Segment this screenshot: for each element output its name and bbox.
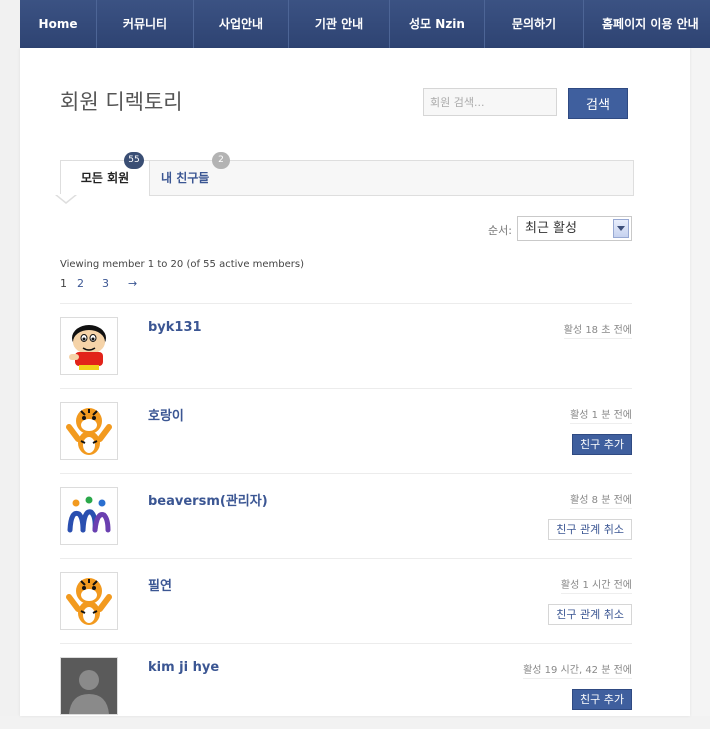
order-select[interactable]: 최근 활성 — [517, 216, 632, 241]
cartoon-boy-avatar-icon[interactable] — [60, 317, 118, 375]
nav-home[interactable]: Home — [20, 0, 96, 48]
order-label: 순서: — [488, 224, 512, 237]
nav-community[interactable]: 커뮤니티 — [97, 0, 193, 48]
member-count-text: Viewing member 1 to 20 (of 55 active mem… — [60, 259, 305, 270]
nav-organization[interactable]: 기관 안내 — [289, 0, 389, 48]
tiger-avatar-icon[interactable] — [60, 402, 118, 460]
friends-count-badge: 2 — [212, 152, 230, 169]
order-selected-value: 최근 활성 — [525, 221, 577, 236]
page-title: 회원 디렉토리 — [60, 90, 183, 114]
nav-business[interactable]: 사업안내 — [194, 0, 288, 48]
add-friend-button[interactable]: 친구 추가 — [572, 689, 632, 710]
member-name[interactable]: kim ji hye — [148, 660, 219, 675]
logo-avatar-icon[interactable] — [60, 487, 118, 545]
next-page-arrow-icon[interactable]: → — [128, 277, 137, 290]
nav-guide[interactable]: 홈페이지 이용 안내 — [584, 0, 710, 48]
nav-contact[interactable]: 문의하기 — [485, 0, 583, 48]
member-search-input[interactable] — [423, 88, 557, 116]
member-name[interactable]: beaversm(관리자) — [148, 490, 268, 509]
member-row: 필연 활성 1 시간 전에 친구 관계 취소 — [60, 558, 632, 644]
cancel-friendship-button[interactable]: 친구 관계 취소 — [548, 519, 632, 540]
top-navigation: Home 커뮤니티 사업안내 기관 안내 성모 Nzin 문의하기 홈페이지 이… — [20, 0, 710, 49]
member-row: byk131 활성 18 초 전에 — [60, 303, 632, 389]
content-panel: 회원 디렉토리 검색 모든 회원 내 친구들 55 2 순서: 최근 활성 Vi… — [20, 48, 690, 716]
member-name[interactable]: 호랑이 — [148, 405, 184, 424]
member-name[interactable]: 필연 — [148, 575, 172, 594]
left-edge — [0, 0, 20, 716]
page-link-2[interactable]: 2 — [77, 277, 84, 290]
tiger-avatar-icon[interactable] — [60, 572, 118, 630]
member-row: 호랑이 활성 1 분 전에 친구 추가 — [60, 388, 632, 474]
member-last-active: 활성 19 시간, 42 분 전에 — [523, 661, 632, 679]
member-tabs: 모든 회원 내 친구들 — [60, 160, 634, 196]
member-last-active: 활성 8 분 전에 — [570, 491, 632, 509]
chevron-down-icon[interactable] — [613, 219, 629, 238]
tab-my-friends[interactable]: 내 친구들 — [161, 161, 209, 196]
member-last-active: 활성 1 분 전에 — [570, 406, 632, 424]
default-person-avatar-icon[interactable] — [60, 657, 118, 715]
nav-nzin[interactable]: 성모 Nzin — [390, 0, 484, 48]
member-row: beaversm(관리자) 활성 8 분 전에 친구 관계 취소 — [60, 473, 632, 559]
page-current: 1 — [60, 277, 67, 290]
search-button[interactable]: 검색 — [568, 88, 628, 119]
tab-pointer — [56, 194, 76, 202]
member-row: kim ji hye 활성 19 시간, 42 분 전에 친구 추가 — [60, 643, 632, 729]
member-last-active: 활성 1 시간 전에 — [560, 576, 632, 594]
member-name[interactable]: byk131 — [148, 320, 202, 335]
cancel-friendship-button[interactable]: 친구 관계 취소 — [548, 604, 632, 625]
all-members-count-badge: 55 — [124, 152, 144, 169]
page-link-3[interactable]: 3 — [102, 277, 109, 290]
member-last-active: 활성 18 초 전에 — [563, 321, 632, 339]
right-edge — [690, 48, 710, 716]
add-friend-button[interactable]: 친구 추가 — [572, 434, 632, 455]
